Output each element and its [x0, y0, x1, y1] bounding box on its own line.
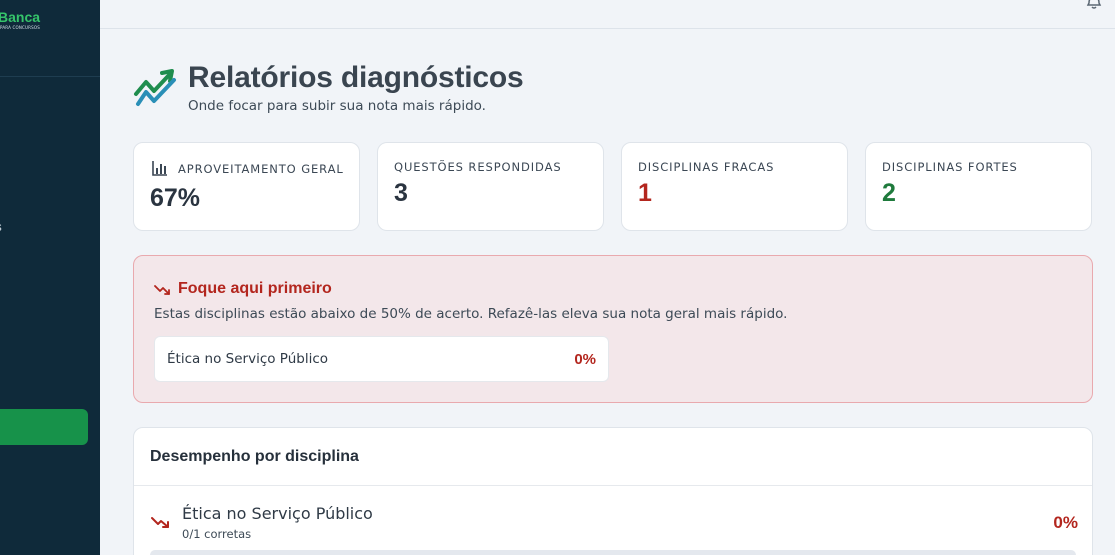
page-title: Relatórios diagnósticos — [188, 61, 524, 94]
stat-value: 1 — [638, 179, 652, 207]
discipline-percentage: 0% — [1053, 513, 1078, 532]
trending-down-icon — [151, 517, 169, 528]
stat-label: Disciplinas fortes — [882, 160, 1018, 174]
sidebar: Banca PARA CONCURSOS os — [0, 0, 100, 555]
bell-icon[interactable] — [1085, 0, 1103, 10]
focus-title: Foque aqui primeiro — [178, 280, 332, 297]
stat-label: Aproveitamento geral — [178, 162, 344, 176]
sidebar-item-label[interactable]: os — [0, 219, 2, 234]
discipline-percentage: 0% — [574, 351, 596, 368]
brand-logo[interactable]: Banca PARA CONCURSOS — [0, 8, 100, 38]
stat-card-fortes: Disciplinas fortes 2 — [865, 142, 1092, 231]
discipline-name: Ética no Serviço Público — [167, 351, 329, 367]
discipline-name: Ética no Serviço Público — [182, 504, 373, 523]
focus-alert: Foque aqui primeiro Estas disciplinas es… — [133, 255, 1093, 403]
sidebar-divider — [0, 76, 100, 77]
stat-value: 3 — [394, 179, 408, 207]
focus-description: Estas disciplinas estão abaixo de 50% de… — [154, 306, 788, 322]
top-bar — [100, 0, 1115, 29]
stat-card-fracas: Disciplinas fracas 1 — [621, 142, 848, 231]
trend-chart-icon — [134, 69, 176, 106]
stat-label: Disciplinas fracas — [638, 160, 775, 174]
stat-value: 2 — [882, 179, 896, 207]
stat-label: Questões respondidas — [394, 160, 562, 174]
trending-down-icon — [154, 285, 170, 295]
focus-discipline-item[interactable]: Ética no Serviço Público 0% — [154, 336, 609, 382]
stat-card-aproveitamento: Aproveitamento geral 67% — [133, 142, 360, 231]
performance-heading: Desempenho por disciplina — [150, 448, 359, 465]
discipline-row[interactable]: Ética no Serviço Público 0/1 corretas 0% — [134, 486, 1092, 555]
brand-name: Banca — [0, 9, 41, 25]
stat-card-questoes: Questões respondidas 3 — [377, 142, 604, 231]
discipline-correct-count: 0/1 corretas — [182, 527, 252, 541]
page-subtitle: Onde focar para subir sua nota mais rápi… — [188, 98, 486, 114]
bar-chart-icon — [152, 161, 167, 176]
stat-value: 67% — [150, 184, 201, 212]
brand-tagline: PARA CONCURSOS — [0, 25, 40, 30]
sidebar-item-active[interactable] — [0, 409, 88, 445]
progress-bar — [150, 550, 1076, 555]
performance-panel: Desempenho por disciplina Ética no Servi… — [133, 427, 1093, 555]
